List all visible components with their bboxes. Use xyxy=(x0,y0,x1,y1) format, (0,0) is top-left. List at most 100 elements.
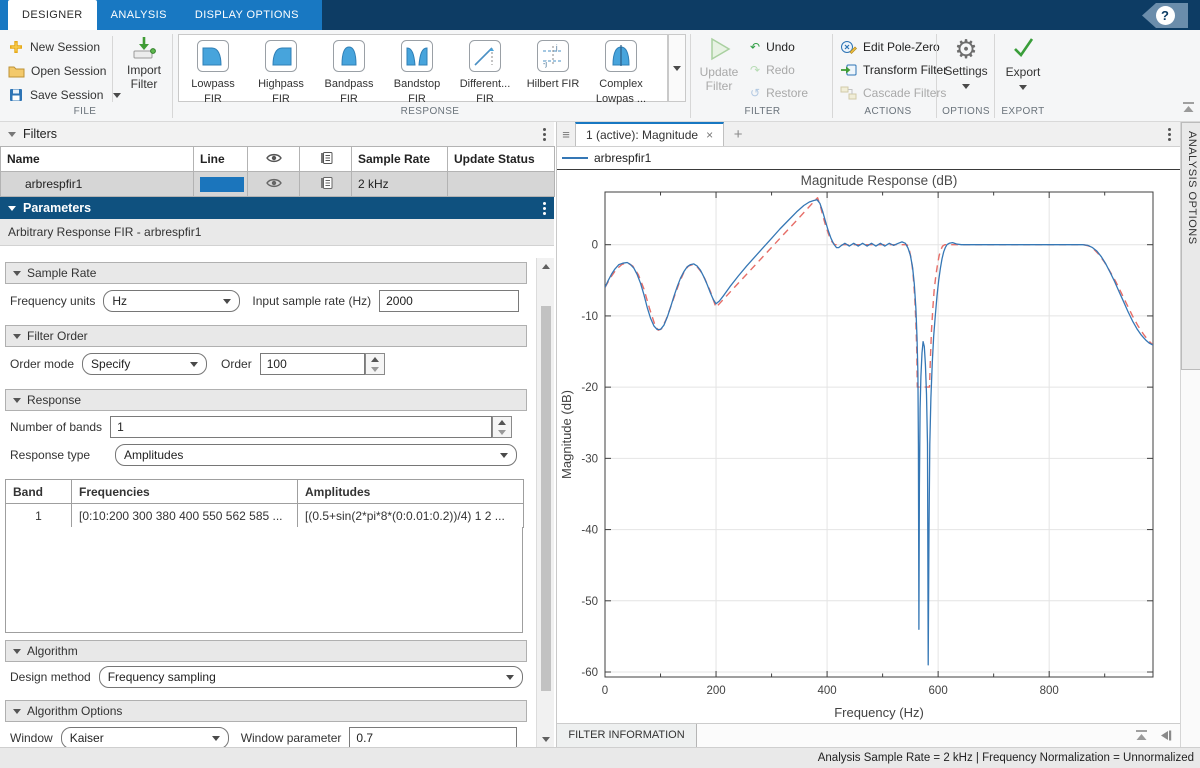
col-info[interactable] xyxy=(300,147,352,172)
differentiator-fir-button[interactable]: Different... FIR xyxy=(451,35,519,101)
design-method-dropdown[interactable]: Frequency sampling xyxy=(99,666,523,688)
magnitude-response-figure[interactable]: 02004006008000-10-20-30-40-50-60Magnitud… xyxy=(557,170,1181,723)
edit-pole-zero-button[interactable]: Edit Pole-Zero xyxy=(840,36,940,58)
filters-table-header: Name Line Sample Rate Update Status xyxy=(1,147,555,172)
complex-lowpass-button[interactable]: Complex Lowpas ... xyxy=(587,35,655,101)
parameters-scrollbar[interactable] xyxy=(536,258,554,748)
tab-analysis[interactable]: ANALYSIS xyxy=(97,0,181,30)
bandstop-fir-button[interactable]: Bandstop FIR xyxy=(383,35,451,101)
magnitude-plot-tab[interactable]: 1 (active): Magnitude × xyxy=(575,122,724,146)
filter-line-cell[interactable] xyxy=(194,172,248,197)
filter-info-cell[interactable] xyxy=(300,172,352,197)
close-tab-icon[interactable]: × xyxy=(706,128,713,142)
highpass-fir-button[interactable]: Highpass FIR xyxy=(247,35,315,101)
dock-left-icon[interactable] xyxy=(1159,729,1173,742)
magnitude-chart-svg[interactable]: 02004006008000-10-20-30-40-50-60Magnitud… xyxy=(557,170,1181,723)
parameters-menu-icon[interactable] xyxy=(543,202,546,215)
plot-menu-icon[interactable] xyxy=(1168,122,1171,146)
drag-handle-icon[interactable]: ≡ xyxy=(557,122,575,146)
filters-section-header[interactable]: Filters xyxy=(0,122,554,146)
band-table-header: Band Frequencies Amplitudes xyxy=(6,480,524,504)
import-filter-button[interactable]: Import Filter xyxy=(118,36,170,91)
settings-button[interactable]: ⚙ Settings xyxy=(940,34,992,92)
collapse-ribbon-button[interactable] xyxy=(1181,101,1196,117)
algorithm-section-header[interactable]: Algorithm xyxy=(5,640,527,662)
cascade-filters-button[interactable]: Cascade Filters xyxy=(840,82,946,104)
col-visibility[interactable] xyxy=(248,147,300,172)
window-dropdown[interactable]: Kaiser xyxy=(61,727,229,747)
response-type-dropdown[interactable]: Amplitudes xyxy=(115,444,517,466)
filter-order-section-header[interactable]: Filter Order xyxy=(5,325,527,347)
order-stepper[interactable] xyxy=(365,353,385,375)
col-band: Band xyxy=(6,480,72,504)
frequency-units-dropdown[interactable]: Hz xyxy=(103,290,240,312)
algorithm-options-section-header[interactable]: Algorithm Options xyxy=(5,700,527,722)
sample-rate-section-header[interactable]: Sample Rate xyxy=(5,262,527,284)
col-sample-rate[interactable]: Sample Rate xyxy=(352,147,448,172)
scroll-down-button[interactable] xyxy=(537,731,555,748)
filter-name-cell[interactable]: arbrespfir1 xyxy=(1,172,194,197)
response-section-header[interactable]: Response xyxy=(5,389,527,411)
parameters-section-header[interactable]: Parameters xyxy=(0,197,554,219)
bandpass-fir-button[interactable]: Bandpass FIR xyxy=(315,35,383,101)
update-filter-button[interactable]: Update Filter xyxy=(694,36,744,93)
col-name[interactable]: Name xyxy=(1,147,194,172)
check-icon xyxy=(1011,34,1035,62)
lowpass-fir-button[interactable]: Lowpass FIR xyxy=(179,35,247,101)
transform-filter-button[interactable]: Transform Filter xyxy=(840,59,947,81)
bandstop-icon xyxy=(400,39,434,73)
amplitudes-cell[interactable]: [(0.5+sin(2*pi*8*(0:0.01:0.2))/4) 1 2 ..… xyxy=(298,504,524,528)
folder-icon xyxy=(8,64,25,78)
gallery-expand-button[interactable] xyxy=(668,34,686,102)
frequencies-cell[interactable]: [0:10:200 300 380 400 550 562 585 ... xyxy=(72,504,298,528)
scrollbar-thumb[interactable] xyxy=(541,306,551,691)
filter-visibility-cell[interactable] xyxy=(248,172,300,197)
filter-sample-rate-cell: 2 kHz xyxy=(352,172,448,197)
group-separator xyxy=(994,34,995,118)
tab-designer[interactable]: DESIGNER xyxy=(8,0,97,30)
filters-menu-icon[interactable] xyxy=(543,128,546,141)
actions-group-label: ACTIONS xyxy=(840,106,936,120)
analysis-options-tab[interactable]: ANALYSIS OPTIONS xyxy=(1181,122,1200,370)
tab-display-options[interactable]: DISPLAY OPTIONS xyxy=(181,0,313,30)
band-cell[interactable]: 1 xyxy=(6,504,72,528)
order-mode-dropdown[interactable]: Specify xyxy=(82,353,207,375)
col-update-status[interactable]: Update Status xyxy=(448,147,555,172)
order-field[interactable]: 100 xyxy=(260,353,365,375)
new-plot-tab-button[interactable]: + xyxy=(724,122,752,146)
line-color-swatch[interactable] xyxy=(200,177,244,192)
response-group-label: RESPONSE xyxy=(350,106,510,120)
open-session-button[interactable]: Open Session xyxy=(8,60,106,82)
undo-button[interactable]: ↶ Undo xyxy=(750,36,795,58)
group-separator xyxy=(936,34,937,118)
redo-button[interactable]: ↷ Redo xyxy=(750,59,795,81)
hilbert-fir-button[interactable]: j-j Hilbert FIR xyxy=(519,35,587,101)
input-sample-rate-field[interactable]: 2000 xyxy=(379,290,519,312)
design-method-label: Design method xyxy=(10,670,91,684)
filter-information-tab[interactable]: FILTER INFORMATION xyxy=(557,724,697,748)
sample-rate-row: Frequency units Hz Input sample rate (Hz… xyxy=(10,290,519,312)
complex-lowpass-icon xyxy=(604,39,638,73)
export-button[interactable]: Export xyxy=(998,34,1048,93)
save-session-button[interactable]: Save Session xyxy=(8,84,121,106)
highpass-icon xyxy=(264,39,298,73)
number-of-bands-stepper[interactable] xyxy=(492,416,512,438)
svg-text:-j: -j xyxy=(543,61,547,68)
col-line[interactable]: Line xyxy=(194,147,248,172)
lowpass-icon xyxy=(196,39,230,73)
svg-text:Magnitude (dB): Magnitude (dB) xyxy=(559,390,574,479)
window-parameter-field[interactable]: 0.7 xyxy=(349,727,517,747)
eye-icon xyxy=(265,152,283,164)
svg-text:0: 0 xyxy=(592,240,598,252)
help-button[interactable]: ? xyxy=(1142,3,1188,28)
differentiator-icon xyxy=(468,39,502,73)
restore-button[interactable]: ↺ Restore xyxy=(750,82,808,104)
filter-table-row[interactable]: arbrespfir1 2 kHz xyxy=(1,172,555,197)
scroll-up-button[interactable] xyxy=(537,258,555,275)
filter-information-bar: FILTER INFORMATION xyxy=(557,723,1181,747)
new-session-button[interactable]: New Session xyxy=(8,36,100,58)
save-session-dropdown-icon[interactable] xyxy=(113,93,121,98)
band-table-row[interactable]: 1 [0:10:200 300 380 400 550 562 585 ... … xyxy=(6,504,524,528)
number-of-bands-field[interactable]: 1 xyxy=(110,416,492,438)
minimize-panel-icon[interactable] xyxy=(1134,729,1149,742)
